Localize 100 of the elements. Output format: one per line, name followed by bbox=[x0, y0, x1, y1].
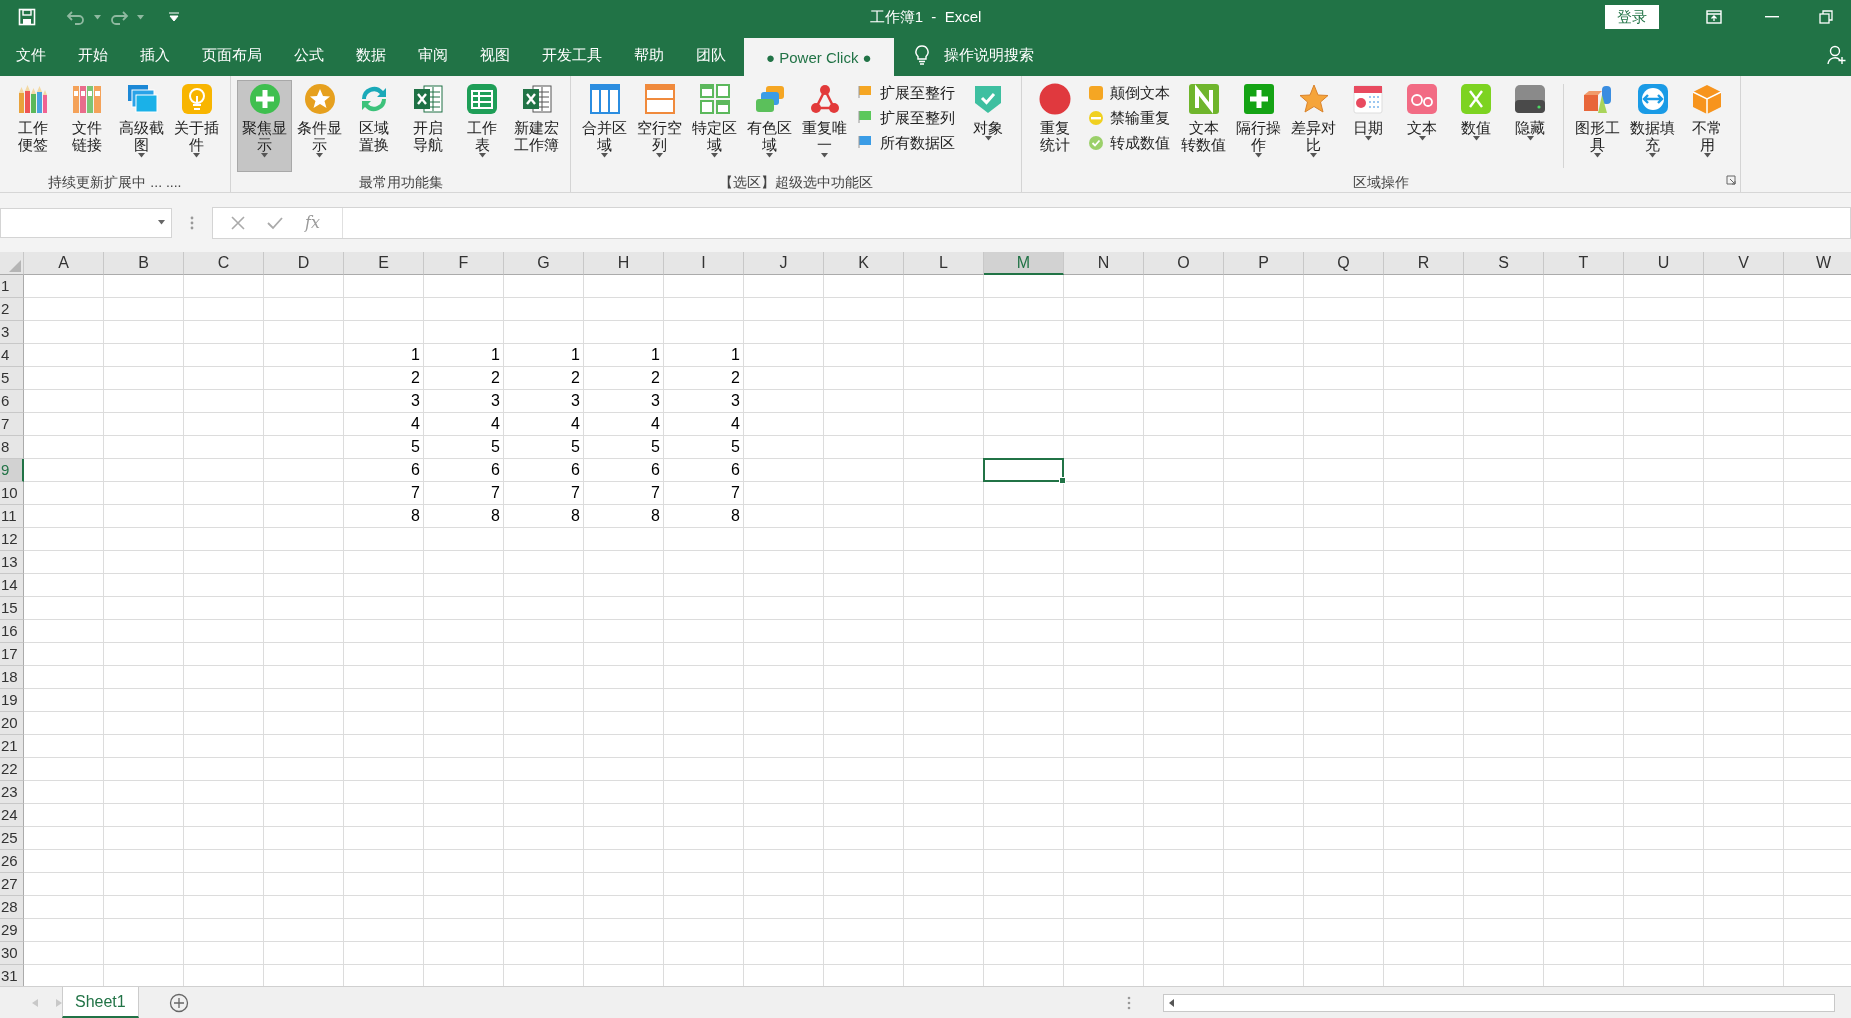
row-header[interactable]: 24 bbox=[0, 804, 24, 827]
row-header[interactable]: 14 bbox=[0, 574, 24, 597]
ribbon-button[interactable]: 隔行操 作 bbox=[1231, 80, 1286, 172]
ribbon-tab[interactable]: 团队 bbox=[682, 34, 740, 76]
drag-handle-icon[interactable] bbox=[1127, 995, 1131, 1010]
sign-in-button[interactable]: 登录 bbox=[1605, 5, 1659, 29]
column-header[interactable]: M bbox=[984, 252, 1064, 275]
ribbon-button[interactable]: 文件 链接 bbox=[60, 80, 114, 172]
lightbulb-icon[interactable] bbox=[913, 45, 930, 65]
customize-icon[interactable] bbox=[168, 12, 180, 22]
column-header[interactable]: I bbox=[664, 252, 744, 275]
row-header[interactable]: 17 bbox=[0, 643, 24, 666]
column-header[interactable]: P bbox=[1224, 252, 1304, 275]
ribbon-tab[interactable]: 公式 bbox=[280, 34, 338, 76]
row-header[interactable]: 12 bbox=[0, 528, 24, 551]
row-header[interactable]: 30 bbox=[0, 942, 24, 965]
column-header[interactable]: V bbox=[1704, 252, 1784, 275]
column-header[interactable]: G bbox=[504, 252, 584, 275]
row-header[interactable]: 7 bbox=[0, 413, 24, 436]
ribbon-button[interactable]: 关于插 件 bbox=[169, 80, 224, 172]
column-header[interactable]: T bbox=[1544, 252, 1624, 275]
row-header[interactable]: 15 bbox=[0, 597, 24, 620]
row-header[interactable]: 28 bbox=[0, 896, 24, 919]
row-header[interactable]: 20 bbox=[0, 712, 24, 735]
row-header[interactable]: 31 bbox=[0, 965, 24, 986]
ribbon-button[interactable]: 数据填 充 bbox=[1625, 80, 1680, 172]
ribbon-button[interactable]: 条件显 示 bbox=[292, 80, 347, 172]
ribbon-button[interactable]: 工作 便签 bbox=[6, 80, 60, 172]
row-header[interactable]: 1 bbox=[0, 275, 24, 298]
ribbon-button[interactable]: 重复唯 一 bbox=[797, 80, 852, 172]
tell-me-field[interactable]: 操作说明搜索 bbox=[943, 45, 1034, 65]
minimize-icon[interactable] bbox=[1765, 16, 1779, 18]
ribbon-button[interactable]: 工作 表 bbox=[455, 80, 509, 172]
restore-icon[interactable] bbox=[1819, 10, 1833, 24]
row-header[interactable]: 8 bbox=[0, 436, 24, 459]
drag-handle-icon[interactable] bbox=[190, 215, 194, 230]
ribbon-display-icon[interactable] bbox=[1706, 10, 1722, 24]
column-header[interactable]: W bbox=[1784, 252, 1851, 275]
save-icon[interactable] bbox=[18, 8, 36, 26]
name-box[interactable] bbox=[0, 207, 172, 238]
row-header[interactable]: 10 bbox=[0, 482, 24, 505]
column-header[interactable]: K bbox=[824, 252, 904, 275]
ribbon-button[interactable]: 差异对 比 bbox=[1286, 80, 1341, 172]
cancel-icon[interactable] bbox=[231, 215, 245, 230]
column-header[interactable]: J bbox=[744, 252, 824, 275]
ribbon-small-button[interactable]: 所有数据区 bbox=[856, 132, 957, 154]
ribbon-button[interactable]: 数值 bbox=[1449, 80, 1503, 172]
row-header[interactable]: 25 bbox=[0, 827, 24, 850]
check-icon[interactable] bbox=[267, 215, 283, 230]
row-header[interactable]: 27 bbox=[0, 873, 24, 896]
ribbon-button[interactable]: 日期 bbox=[1341, 80, 1395, 172]
ribbon-button[interactable]: 特定区 域 bbox=[687, 80, 742, 172]
column-header[interactable]: H bbox=[584, 252, 664, 275]
row-header[interactable]: 18 bbox=[0, 666, 24, 689]
horizontal-scrollbar[interactable] bbox=[1163, 993, 1835, 1012]
ribbon-tab[interactable]: 插入 bbox=[126, 34, 184, 76]
ribbon-small-button[interactable]: 扩展至整列 bbox=[856, 107, 957, 129]
column-header[interactable]: R bbox=[1384, 252, 1464, 275]
ribbon-small-button[interactable]: 扩展至整行 bbox=[856, 82, 957, 104]
add-sheet-icon[interactable] bbox=[168, 992, 189, 1013]
ribbon-tab[interactable]: 审阅 bbox=[404, 34, 462, 76]
row-header[interactable]: 19 bbox=[0, 689, 24, 712]
row-header[interactable]: 21 bbox=[0, 735, 24, 758]
row-header[interactable]: 29 bbox=[0, 919, 24, 942]
ribbon-tab[interactable]: 开发工具 bbox=[528, 34, 616, 76]
ribbon-tab[interactable]: 开始 bbox=[64, 34, 122, 76]
dialog-launcher-icon[interactable] bbox=[1726, 175, 1736, 185]
ribbon-small-button[interactable]: 禁输重复 bbox=[1086, 107, 1172, 129]
ribbon-button[interactable]: 隐藏 bbox=[1503, 80, 1557, 172]
ribbon-button[interactable]: 文本 bbox=[1395, 80, 1449, 172]
column-header[interactable]: A bbox=[24, 252, 104, 275]
ribbon-button[interactable]: 对象 bbox=[961, 80, 1015, 172]
ribbon-tab[interactable]: 数据 bbox=[342, 34, 400, 76]
row-header[interactable]: 13 bbox=[0, 551, 24, 574]
ribbon-tab[interactable]: ● Power Click ● bbox=[744, 38, 894, 76]
ribbon-button[interactable]: 空行空 列 bbox=[632, 80, 687, 172]
ribbon-button[interactable]: 重复 统计 bbox=[1028, 80, 1082, 172]
sheet-tab[interactable]: Sheet1 bbox=[62, 987, 139, 1018]
ribbon-button[interactable]: 有色区 域 bbox=[742, 80, 797, 172]
ribbon-button[interactable]: 文本 转数值 bbox=[1176, 80, 1231, 172]
row-header[interactable]: 2 bbox=[0, 298, 24, 321]
ribbon-button[interactable]: 聚焦显 示 bbox=[237, 80, 292, 172]
ribbon-button[interactable]: 高级截 图 bbox=[114, 80, 169, 172]
row-header[interactable]: 11 bbox=[0, 505, 24, 528]
column-header[interactable]: U bbox=[1624, 252, 1704, 275]
ribbon-small-button[interactable]: 颠倒文本 bbox=[1086, 82, 1172, 104]
column-header[interactable]: L bbox=[904, 252, 984, 275]
ribbon-button[interactable]: 新建宏 工作簿 bbox=[509, 80, 564, 172]
ribbon-button[interactable]: 合并区 域 bbox=[577, 80, 632, 172]
row-header[interactable]: 9 bbox=[0, 459, 24, 482]
row-header[interactable]: 4 bbox=[0, 344, 24, 367]
select-all-button[interactable] bbox=[0, 252, 24, 275]
ribbon-tab[interactable]: 页面布局 bbox=[188, 34, 276, 76]
column-header[interactable]: S bbox=[1464, 252, 1544, 275]
ribbon-button[interactable]: 区域 置换 bbox=[347, 80, 401, 172]
redo-icon[interactable] bbox=[109, 9, 129, 25]
column-header[interactable]: F bbox=[424, 252, 504, 275]
row-header[interactable]: 3 bbox=[0, 321, 24, 344]
add-person-icon[interactable] bbox=[1827, 45, 1847, 65]
row-header[interactable]: 6 bbox=[0, 390, 24, 413]
